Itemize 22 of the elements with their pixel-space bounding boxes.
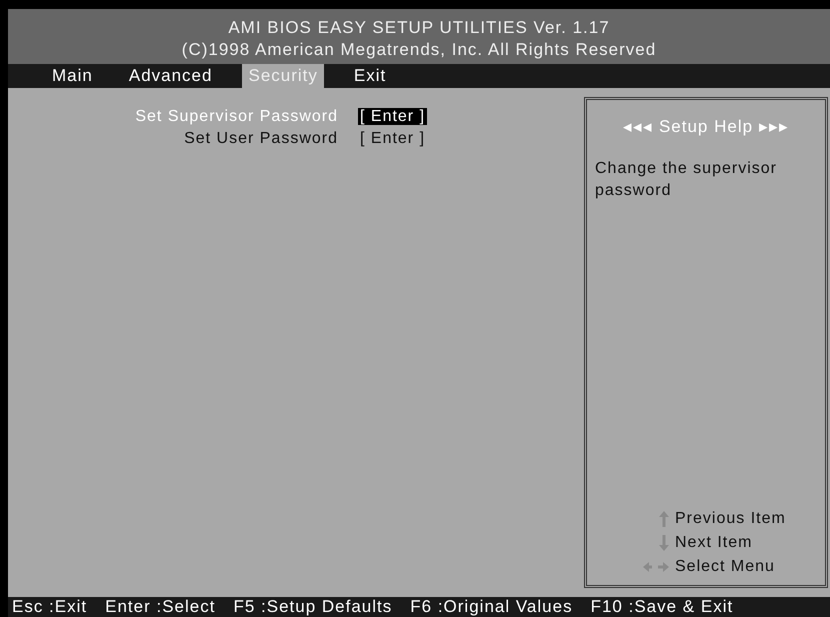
down-arrow-icon [659, 535, 669, 551]
key-legend: F10 :Save & Exit [590, 597, 734, 617]
bios-title: AMI BIOS EASY SETUP UTILITIES Ver. 1.17 [227, 17, 611, 39]
key-legend: Esc :Exit [12, 597, 88, 617]
copyright-text: (C)1998 American Megatrends, Inc. All Rights Reserved [180, 39, 658, 61]
menu-tab[interactable]: Main [46, 64, 99, 88]
menu-tab[interactable]: Exit [348, 64, 392, 88]
setting-label: Set Supervisor Password [134, 107, 339, 127]
up-arrow-icon [659, 511, 669, 527]
setting-value[interactable]: [ Enter ] [358, 130, 428, 147]
setting-value[interactable]: [ Enter ] [358, 108, 428, 125]
menu-tab[interactable]: Advanced [122, 64, 218, 88]
key-legend: F5 :Setup Defaults [233, 597, 392, 617]
key-hint: Select Menu [675, 557, 775, 577]
key-hint: Next Item [675, 533, 752, 553]
help-title: ◂◂◂ Setup Help ▸▸▸ [622, 116, 790, 138]
key-hint: Previous Item [675, 509, 786, 529]
help-text: Change the supervisor password [595, 158, 778, 200]
setting-label: Set User Password [183, 129, 339, 149]
key-legend: Enter :Select [105, 597, 216, 617]
left-right-arrow-icon [643, 562, 669, 572]
key-legend: F6 :Original Values [410, 597, 573, 617]
